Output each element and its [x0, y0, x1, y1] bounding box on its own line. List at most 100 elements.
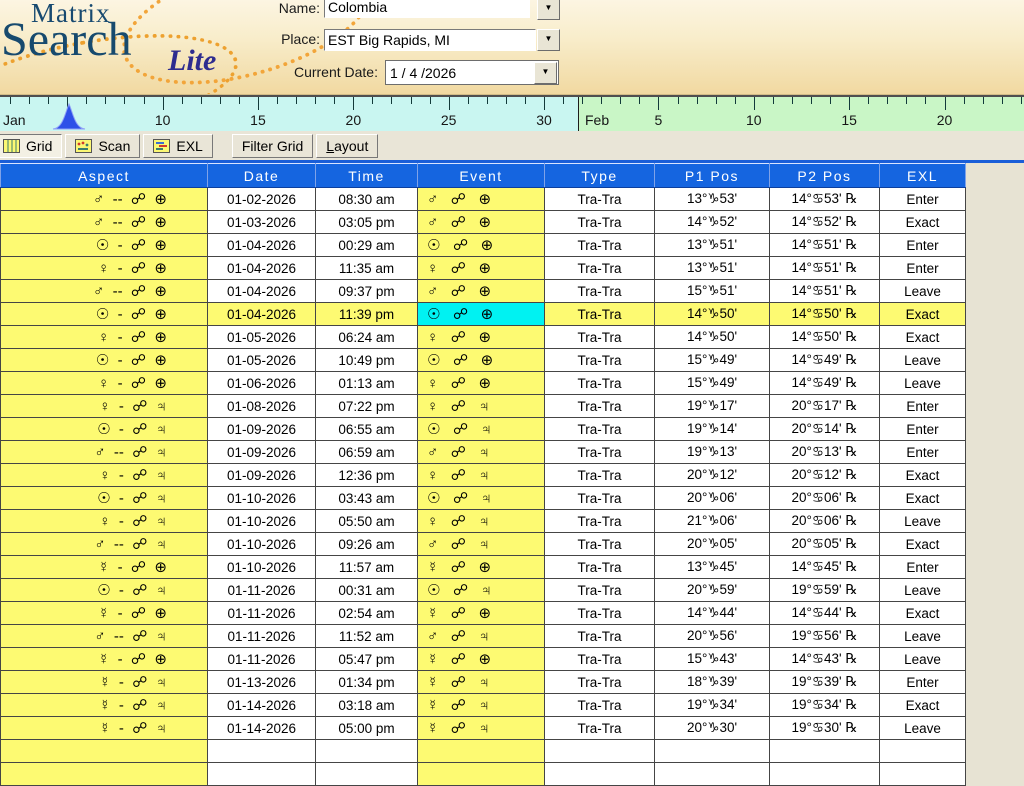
- event-cell[interactable]: ♀ ☍ ♃: [418, 464, 545, 487]
- type-cell[interactable]: Tra-Tra: [545, 418, 655, 441]
- aspect-cell[interactable]: ♀ - ☍ ⊕: [1, 326, 208, 349]
- type-cell[interactable]: Tra-Tra: [545, 556, 655, 579]
- table-row[interactable]: ♀ - ☍ ♃01-08-202607:22 pm♀ ☍ ♃Tra-Tra19°…: [1, 395, 966, 418]
- table-row[interactable]: ☿ - ☍ ♃01-14-202605:00 pm☿ ☍ ♃Tra-Tra20°…: [1, 717, 966, 740]
- date-cell[interactable]: 01-04-2026: [208, 257, 316, 280]
- aspect-cell[interactable]: ☉ - ☍ ⊕: [1, 303, 208, 326]
- time-cell[interactable]: 07:22 pm: [316, 395, 418, 418]
- event-cell[interactable]: ☉ ☍ ⊕: [418, 234, 545, 257]
- event-cell[interactable]: ☿ ☍ ♃: [418, 694, 545, 717]
- date-cell[interactable]: 01-10-2026: [208, 487, 316, 510]
- p1-pos-cell[interactable]: 15°♑51': [655, 280, 770, 303]
- event-cell[interactable]: ☿ ☍ ⊕: [418, 602, 545, 625]
- date-cell[interactable]: 01-11-2026: [208, 579, 316, 602]
- type-cell[interactable]: Tra-Tra: [545, 602, 655, 625]
- event-cell[interactable]: ♂ ☍ ⊕: [418, 280, 545, 303]
- p1-pos-cell[interactable]: 13°♑51': [655, 257, 770, 280]
- time-cell[interactable]: 02:54 am: [316, 602, 418, 625]
- aspect-cell[interactable]: ☉ - ☍ ⊕: [1, 349, 208, 372]
- type-cell[interactable]: Tra-Tra: [545, 303, 655, 326]
- event-cell[interactable]: ☉ ☍ ♃: [418, 418, 545, 441]
- p1-pos-cell[interactable]: [655, 763, 770, 786]
- exl-cell[interactable]: Leave: [880, 579, 966, 602]
- event-cell[interactable]: ♀ ☍ ⊕: [418, 372, 545, 395]
- time-cell[interactable]: 10:49 pm: [316, 349, 418, 372]
- exl-cell[interactable]: [880, 763, 966, 786]
- exl-cell[interactable]: Enter: [880, 671, 966, 694]
- grid-button[interactable]: Grid: [0, 134, 62, 158]
- p1-pos-cell[interactable]: 19°♑14': [655, 418, 770, 441]
- aspect-cell[interactable]: ☿ - ☍ ♃: [1, 717, 208, 740]
- type-cell[interactable]: [545, 763, 655, 786]
- type-cell[interactable]: Tra-Tra: [545, 487, 655, 510]
- time-cell[interactable]: 08:30 am: [316, 188, 418, 211]
- time-cell[interactable]: 03:05 pm: [316, 211, 418, 234]
- date-cell[interactable]: 01-04-2026: [208, 303, 316, 326]
- type-cell[interactable]: Tra-Tra: [545, 257, 655, 280]
- type-cell[interactable]: Tra-Tra: [545, 280, 655, 303]
- type-cell[interactable]: Tra-Tra: [545, 464, 655, 487]
- p2-pos-cell[interactable]: 14°♋50' ℞: [770, 326, 880, 349]
- date-cell[interactable]: 01-09-2026: [208, 464, 316, 487]
- exl-cell[interactable]: Leave: [880, 648, 966, 671]
- aspect-cell[interactable]: ♂ -- ☍ ⊕: [1, 280, 208, 303]
- exl-cell[interactable]: Leave: [880, 510, 966, 533]
- date-cell[interactable]: 01-14-2026: [208, 717, 316, 740]
- filter-grid-button[interactable]: Filter Grid: [232, 134, 313, 158]
- type-cell[interactable]: Tra-Tra: [545, 349, 655, 372]
- place-input[interactable]: [324, 29, 536, 51]
- aspect-cell[interactable]: ☿ - ☍ ⊕: [1, 648, 208, 671]
- type-cell[interactable]: Tra-Tra: [545, 533, 655, 556]
- table-row[interactable]: ☉ - ☍ ⊕01-04-202600:29 am☉ ☍ ⊕Tra-Tra13°…: [1, 234, 966, 257]
- table-row[interactable]: ☉ - ☍ ♃01-10-202603:43 am☉ ☍ ♃Tra-Tra20°…: [1, 487, 966, 510]
- p2-pos-cell[interactable]: 20°♋06' ℞: [770, 510, 880, 533]
- p1-pos-cell[interactable]: 18°♑39': [655, 671, 770, 694]
- table-row[interactable]: ♂ -- ☍ ♃01-10-202609:26 am♂ ☍ ♃Tra-Tra20…: [1, 533, 966, 556]
- p1-pos-cell[interactable]: 14°♑44': [655, 602, 770, 625]
- event-cell[interactable]: ☉ ☍ ⊕: [418, 349, 545, 372]
- time-cell[interactable]: 00:29 am: [316, 234, 418, 257]
- date-cell[interactable]: 01-02-2026: [208, 188, 316, 211]
- event-cell[interactable]: ☿ ☍ ♃: [418, 717, 545, 740]
- table-row[interactable]: ☿ - ☍ ⊕01-10-202611:57 am☿ ☍ ⊕Tra-Tra13°…: [1, 556, 966, 579]
- type-cell[interactable]: Tra-Tra: [545, 234, 655, 257]
- type-cell[interactable]: Tra-Tra: [545, 671, 655, 694]
- name-dropdown-button[interactable]: ▼: [537, 0, 560, 20]
- date-cell[interactable]: 01-08-2026: [208, 395, 316, 418]
- table-row[interactable]: ☉ - ☍ ⊕01-04-202611:39 pm☉ ☍ ⊕Tra-Tra14°…: [1, 303, 966, 326]
- table-row[interactable]: ☿ - ☍ ⊕01-11-202605:47 pm☿ ☍ ⊕Tra-Tra15°…: [1, 648, 966, 671]
- time-cell[interactable]: 12:36 pm: [316, 464, 418, 487]
- p2-pos-cell[interactable]: 14°♋49' ℞: [770, 372, 880, 395]
- p2-pos-cell[interactable]: 14°♋51' ℞: [770, 257, 880, 280]
- p1-pos-cell[interactable]: 20°♑30': [655, 717, 770, 740]
- p2-pos-cell[interactable]: [770, 740, 880, 763]
- name-input[interactable]: [324, 0, 530, 18]
- event-cell[interactable]: ☿ ☍ ♃: [418, 671, 545, 694]
- event-cell[interactable]: ☿ ☍ ⊕: [418, 648, 545, 671]
- p2-pos-cell[interactable]: 19°♋39' ℞: [770, 671, 880, 694]
- aspect-cell[interactable]: [1, 763, 208, 786]
- p1-pos-cell[interactable]: 13°♑51': [655, 234, 770, 257]
- p2-pos-cell[interactable]: 14°♋51' ℞: [770, 280, 880, 303]
- current-date-dropdown-button[interactable]: ▼: [534, 62, 557, 84]
- aspect-cell[interactable]: ♀ - ☍ ♃: [1, 510, 208, 533]
- table-row[interactable]: ♀ - ☍ ⊕01-06-202601:13 am♀ ☍ ⊕Tra-Tra15°…: [1, 372, 966, 395]
- p1-pos-cell[interactable]: 20°♑06': [655, 487, 770, 510]
- p2-pos-cell[interactable]: 14°♋51' ℞: [770, 234, 880, 257]
- type-cell[interactable]: Tra-Tra: [545, 648, 655, 671]
- date-cell[interactable]: 01-04-2026: [208, 280, 316, 303]
- exl-cell[interactable]: Enter: [880, 441, 966, 464]
- date-cell[interactable]: 01-04-2026: [208, 234, 316, 257]
- event-cell[interactable]: ☉ ☍ ♃: [418, 487, 545, 510]
- table-row[interactable]: [1, 763, 966, 786]
- p1-pos-cell[interactable]: 21°♑06': [655, 510, 770, 533]
- event-cell[interactable]: ♂ ☍ ♃: [418, 625, 545, 648]
- type-cell[interactable]: Tra-Tra: [545, 211, 655, 234]
- p2-pos-cell[interactable]: [770, 763, 880, 786]
- date-cell[interactable]: 01-14-2026: [208, 694, 316, 717]
- table-row[interactable]: ☉ - ☍ ♃01-09-202606:55 am☉ ☍ ♃Tra-Tra19°…: [1, 418, 966, 441]
- exl-cell[interactable]: Exact: [880, 487, 966, 510]
- time-cell[interactable]: 00:31 am: [316, 579, 418, 602]
- date-cell[interactable]: [208, 740, 316, 763]
- table-row[interactable]: ☿ - ☍ ♃01-14-202603:18 am☿ ☍ ♃Tra-Tra19°…: [1, 694, 966, 717]
